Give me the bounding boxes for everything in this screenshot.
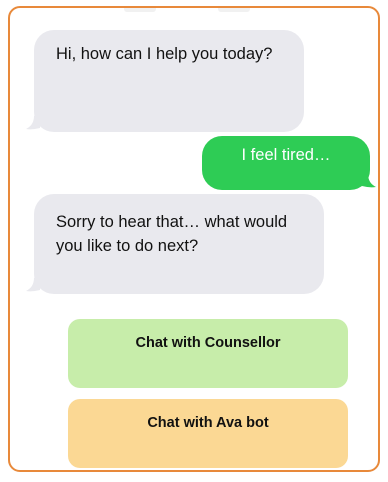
message-bubble-bot: Sorry to hear that… what would you like …	[34, 194, 324, 294]
message-text: I feel tired…	[241, 146, 331, 164]
message-text: Sorry to hear that… what would you like …	[56, 213, 288, 255]
button-label: Chat with Ava bot	[147, 415, 269, 431]
message-bubble-bot: Hi, how can I help you today?	[34, 30, 304, 132]
top-tab-right	[218, 8, 250, 12]
top-tab-left	[124, 8, 156, 12]
chat-window: Hi, how can I help you today? I feel tir…	[8, 6, 380, 472]
button-label: Chat with Counsellor	[135, 335, 281, 351]
chat-with-counsellor-button[interactable]: Chat with Counsellor	[68, 319, 348, 388]
message-text: Hi, how can I help you today?	[56, 45, 273, 63]
chat-with-ava-bot-button[interactable]: Chat with Ava bot	[68, 399, 348, 468]
message-bubble-user: I feel tired…	[202, 136, 370, 190]
